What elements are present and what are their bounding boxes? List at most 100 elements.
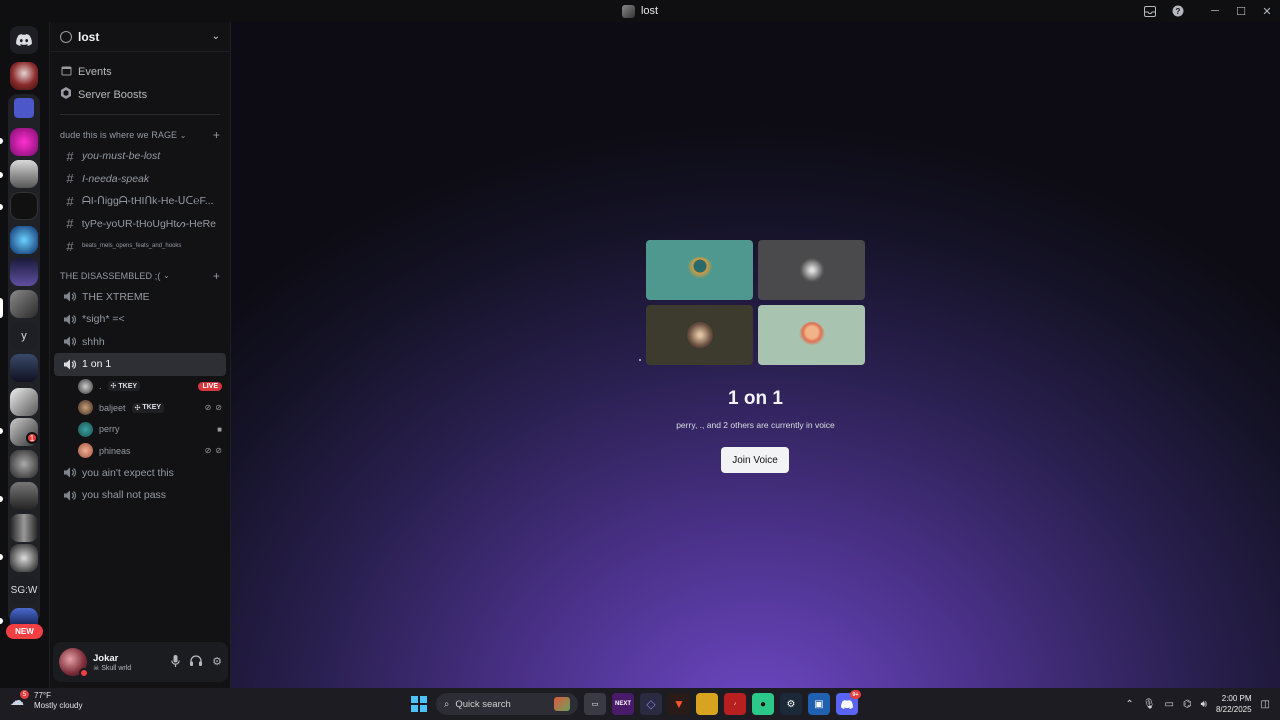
- server-icon-y[interactable]: y: [10, 322, 38, 350]
- remote-desktop-icon[interactable]: ▣: [808, 693, 830, 715]
- folder-icon[interactable]: [14, 98, 34, 118]
- window-title: lost: [640, 5, 659, 17]
- windows-start-icon[interactable]: [408, 693, 430, 715]
- cloud-icon: ☁ 5: [10, 690, 29, 710]
- next-app-icon[interactable]: NEXT: [612, 693, 634, 715]
- minimize-button[interactable]: ─: [1202, 0, 1228, 22]
- chevron-up-icon[interactable]: ⌃: [1125, 699, 1133, 710]
- server-icon-13[interactable]: [10, 544, 38, 572]
- server-lost[interactable]: [10, 62, 38, 90]
- discord-home-button[interactable]: [10, 26, 38, 54]
- server-icon-1[interactable]: [10, 128, 38, 156]
- server-icon-8[interactable]: [10, 388, 38, 416]
- voice-user[interactable]: phineas ⊘ ⊘: [50, 440, 230, 462]
- volume-icon[interactable]: 🔊︎: [1201, 699, 1207, 710]
- server-icon-4[interactable]: [10, 226, 38, 254]
- file-explorer-icon[interactable]: [696, 693, 718, 715]
- network-icon[interactable]: ⌬: [1183, 699, 1192, 710]
- add-channel-icon[interactable]: +: [213, 269, 220, 283]
- taskbar-search[interactable]: ⌕ Quick search: [436, 693, 578, 715]
- music-app-icon[interactable]: ♪: [724, 693, 746, 715]
- server-icon-2[interactable]: [10, 160, 38, 188]
- server-initials: SG:W: [10, 584, 38, 596]
- selected-pill: [0, 298, 3, 318]
- text-channel[interactable]: # tyPe-yoUR-tHoUgHtᔕ-HeRe: [54, 213, 226, 236]
- add-channel-icon[interactable]: +: [213, 128, 220, 142]
- participant-tile-dot[interactable]: [758, 240, 865, 300]
- server-icon-7[interactable]: [10, 354, 38, 382]
- settings-gear-icon[interactable]: ⚙: [212, 655, 222, 670]
- chat-app-icon[interactable]: ●: [752, 693, 774, 715]
- channel-name: I-needa-speak: [82, 172, 150, 185]
- server-icon-3[interactable]: [10, 192, 38, 220]
- calendar-icon: [60, 65, 72, 79]
- server-icon-11[interactable]: [10, 482, 38, 510]
- join-voice-button[interactable]: Join Voice: [721, 447, 789, 473]
- server-icon-sgw[interactable]: SG:W: [10, 576, 38, 604]
- channel-name: you ain't expect this: [82, 466, 174, 479]
- participant-avatar: [798, 257, 825, 283]
- speaker-icon: [64, 336, 77, 347]
- steam-icon[interactable]: ⚙: [780, 693, 802, 715]
- avatar: [78, 400, 93, 416]
- channel-sidebar: lost ⌄ Events Server Boosts dude this is…: [49, 22, 231, 688]
- task-view-icon[interactable]: ▭: [584, 693, 606, 715]
- category-name: dude this is where we RAGE: [60, 130, 178, 140]
- voice-channel-preview: 1 on 1 perry, ., and 2 others are curren…: [231, 22, 1280, 688]
- display-icon[interactable]: ▭: [1164, 699, 1173, 710]
- voice-user-name: baljeet: [99, 402, 126, 413]
- events-item[interactable]: Events: [50, 60, 230, 83]
- voice-channel-title: 1 on 1: [728, 388, 783, 409]
- clock[interactable]: 2:00 PM 8/22/2025: [1216, 693, 1252, 715]
- discord-logo-icon: [841, 699, 853, 709]
- chevron-down-icon: ⌄: [211, 31, 220, 42]
- server-icon-14[interactable]: [10, 608, 38, 624]
- text-channel[interactable]: # ᗩI-ᑎiggᗩ-tHIᑎk-He-ᑌᑕ℮F...: [54, 190, 226, 213]
- proton-vpn-icon[interactable]: ◇: [640, 693, 662, 715]
- inbox-icon[interactable]: [1136, 0, 1164, 22]
- voice-user[interactable]: perry ■: [50, 419, 230, 441]
- text-channel[interactable]: # beats_mels_opens_feats_and_hooks: [54, 235, 226, 258]
- help-icon[interactable]: ?: [1164, 0, 1192, 22]
- server-icon-6[interactable]: [10, 290, 38, 318]
- close-button[interactable]: ✕: [1254, 0, 1280, 22]
- microphone-tray-icon[interactable]: 🎙︎: [1143, 699, 1156, 710]
- participant-tile-phineas[interactable]: [758, 305, 865, 365]
- voice-channel[interactable]: shhh: [54, 331, 226, 354]
- unread-pill: [0, 496, 3, 502]
- headphones-icon[interactable]: [190, 654, 203, 670]
- weather-widget[interactable]: ☁ 5 77°F Mostly cloudy: [10, 690, 82, 711]
- voice-channel[interactable]: THE XTREME: [54, 286, 226, 309]
- voice-user[interactable]: . ✣ TKEY LIVE: [50, 376, 230, 398]
- server-icon-12[interactable]: [10, 514, 38, 542]
- channel-name: THE XTREME: [82, 290, 150, 303]
- notifications-icon[interactable]: ◫: [1261, 699, 1270, 710]
- voice-channel[interactable]: *sigh* =<: [54, 308, 226, 331]
- participant-avatar: [686, 257, 713, 283]
- microphone-icon[interactable]: [171, 654, 180, 670]
- brave-browser-icon[interactable]: ▼: [668, 693, 690, 715]
- guild-tag: ✣ TKEY: [131, 402, 165, 413]
- unread-pill: [0, 204, 3, 210]
- category-disassembled[interactable]: THE DISASSEMBLED ;( ⌄ +: [50, 266, 230, 286]
- text-channel[interactable]: # I-needa-speak: [54, 168, 226, 191]
- participant-tile-perry[interactable]: [646, 240, 753, 300]
- discord-taskbar-icon[interactable]: 9+: [836, 690, 861, 715]
- maximize-button[interactable]: ☐: [1228, 0, 1254, 22]
- dnd-status-icon: [79, 668, 89, 678]
- voice-channel[interactable]: you ain't expect this: [54, 462, 226, 485]
- server-header[interactable]: lost ⌄: [50, 22, 230, 52]
- text-channel[interactable]: # you-must-be-lost: [54, 145, 226, 168]
- voice-channel-selected[interactable]: 1 on 1: [54, 353, 226, 376]
- participant-tile-baljeet[interactable]: [646, 305, 753, 365]
- server-boosts-item[interactable]: Server Boosts: [50, 83, 230, 106]
- new-servers-badge[interactable]: NEW: [6, 624, 43, 639]
- participant-tiles: [646, 240, 866, 366]
- voice-user[interactable]: baljeet ✣ TKEY ⊘ ⊘: [50, 397, 230, 419]
- server-icon-10[interactable]: [10, 450, 38, 478]
- category-name: THE DISASSEMBLED ;(: [60, 270, 161, 281]
- user-avatar[interactable]: [59, 648, 89, 678]
- voice-channel[interactable]: you shall not pass: [54, 484, 226, 507]
- server-icon-5[interactable]: [10, 258, 38, 286]
- category-rage[interactable]: dude this is where we RAGE ⌄ +: [50, 125, 230, 145]
